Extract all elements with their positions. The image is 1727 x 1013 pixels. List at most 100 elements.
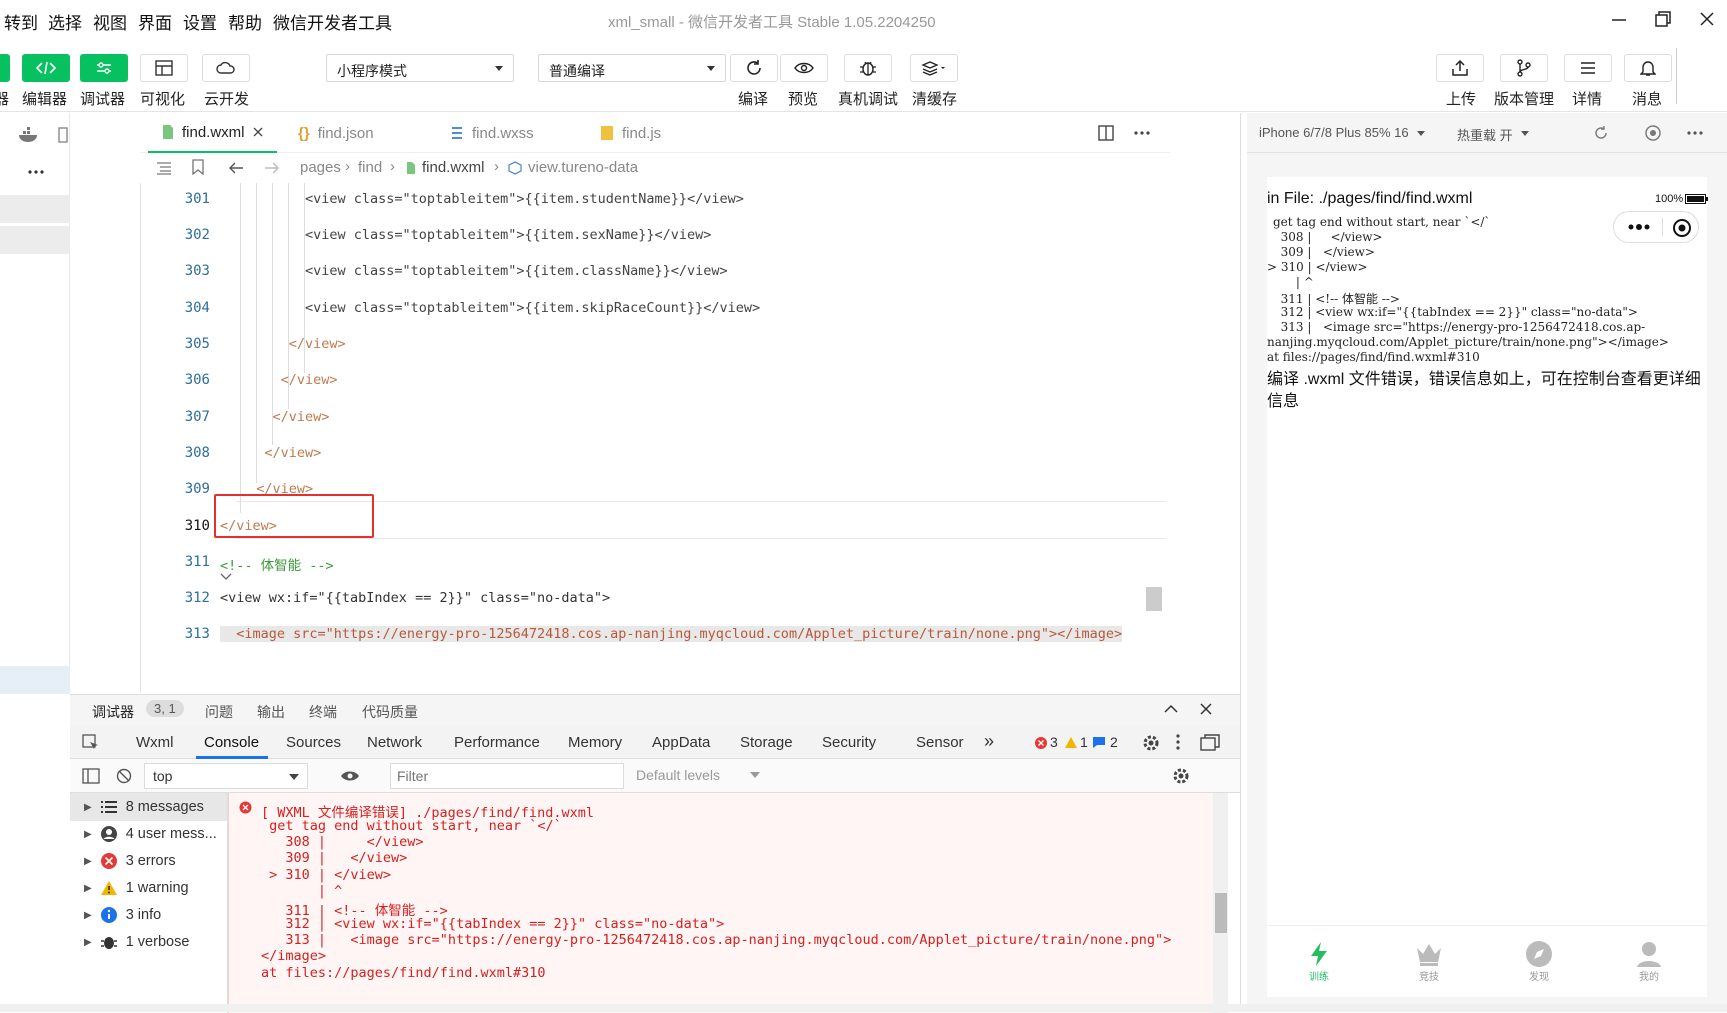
sidebar-item-user-messages[interactable]: ▶ 4 user mess... [84, 820, 217, 848]
scrollbar-thumb[interactable] [1215, 893, 1227, 933]
fold-chevron-icon[interactable] [220, 573, 232, 581]
breadcrumb-node[interactable]: view.tureno-data [528, 159, 638, 176]
visualize-button[interactable] [140, 54, 188, 82]
details-button[interactable] [1564, 54, 1612, 82]
menu-help[interactable]: 帮助 [228, 9, 262, 34]
gear-icon[interactable] [1142, 734, 1160, 752]
console-output[interactable]: [ WXML 文件编译错误] ./pages/find/find.wxml ge… [228, 793, 1228, 1013]
stop-icon[interactable] [1645, 125, 1661, 141]
menu-interface[interactable]: 界面 [138, 9, 172, 34]
device-select[interactable]: iPhone 6/7/8 Plus 85% 16 [1259, 125, 1409, 140]
console-filter-input[interactable] [390, 763, 624, 789]
more-icon[interactable] [28, 170, 44, 174]
subtab-terminal[interactable]: 终端 [309, 702, 337, 722]
version-button[interactable] [1500, 54, 1548, 82]
debugger-toggle-button[interactable] [80, 54, 128, 82]
upload-button[interactable] [1436, 54, 1484, 82]
subtab-code-quality[interactable]: 代码质量 [362, 702, 418, 722]
mode-select[interactable]: 小程序模式 [326, 54, 514, 82]
error-count[interactable]: 3 [1050, 734, 1058, 750]
messages-button[interactable] [1624, 54, 1672, 82]
code-editor[interactable]: 301 302 303 304 305 306 307 308 309 310 … [140, 183, 1170, 693]
preview-button[interactable] [780, 54, 828, 82]
split-icon[interactable] [58, 127, 68, 143]
compile-select[interactable]: 普通编译 [538, 54, 726, 82]
tree-row-selected[interactable] [0, 666, 70, 694]
compile-button[interactable] [730, 54, 778, 82]
subtab-problems[interactable]: 问题 [205, 702, 233, 722]
more-tabs-button[interactable]: » [984, 731, 994, 752]
sidebar-item-verbose[interactable]: ▶ 1 verbose [84, 928, 189, 956]
close-window-icon[interactable] [1692, 6, 1722, 32]
tab-sensor[interactable]: Sensor [916, 734, 964, 751]
warning-count[interactable]: 1 [1080, 734, 1088, 750]
remote-debug-button[interactable] [844, 54, 892, 82]
levels-dropdown[interactable]: Default levels [636, 767, 720, 783]
close-icon[interactable] [1200, 703, 1212, 715]
tab-storage[interactable]: Storage [740, 734, 793, 751]
menu-settings[interactable]: 设置 [183, 9, 217, 34]
tab-appdata[interactable]: AppData [652, 734, 710, 751]
clear-cache-button[interactable] [910, 54, 958, 82]
close-icon[interactable] [253, 127, 263, 137]
nav-me[interactable]: 我的 [1619, 940, 1679, 983]
tree-row-highlight[interactable] [0, 195, 70, 223]
minimize-icon[interactable] [1604, 6, 1634, 32]
more-icon[interactable] [1628, 224, 1650, 230]
tab-wxml[interactable]: Wxml [136, 734, 174, 751]
hot-reload-toggle[interactable]: 热重载 开 [1457, 125, 1513, 144]
gear-icon[interactable] [1172, 767, 1190, 785]
bookmark-icon[interactable] [192, 159, 204, 175]
forward-arrow-icon[interactable] [264, 161, 280, 175]
chevron-up-icon[interactable] [1164, 704, 1178, 714]
tab-find-wxml[interactable]: find.wxml [148, 113, 277, 153]
simulator-toggle-button[interactable] [0, 54, 10, 82]
scrollbar-thumb[interactable] [1146, 587, 1162, 611]
eye-icon[interactable] [340, 769, 360, 783]
console-scrollbar[interactable] [1213, 793, 1228, 1013]
tab-security[interactable]: Security [822, 734, 876, 751]
editor-toggle-button[interactable] [22, 54, 70, 82]
menu-goto[interactable]: 转到 [4, 9, 38, 34]
tree-row-highlight[interactable] [0, 226, 70, 254]
tab-find-js[interactable]: find.js [586, 113, 675, 153]
breadcrumb-find[interactable]: find [358, 159, 382, 176]
tab-performance[interactable]: Performance [454, 734, 540, 751]
nav-discover[interactable]: 发现 [1509, 940, 1569, 983]
cloud-dev-button[interactable] [202, 54, 250, 82]
more-icon[interactable] [1134, 131, 1150, 135]
sidebar-toggle-icon[interactable] [82, 768, 100, 784]
nav-compete[interactable]: 竞技 [1399, 940, 1459, 983]
docker-icon[interactable] [18, 127, 40, 143]
tab-find-json[interactable]: {} find.json [284, 113, 388, 153]
undock-icon[interactable] [1200, 734, 1220, 752]
sidebar-item-warnings[interactable]: ▶ 1 warning [84, 874, 189, 902]
menu-devtools[interactable]: 微信开发者工具 [273, 9, 392, 34]
menu-view[interactable]: 视图 [93, 9, 127, 34]
sidebar-item-messages[interactable]: ▶ 8 messages [70, 793, 227, 821]
close-miniprogram-icon[interactable] [1672, 218, 1692, 238]
tab-sources[interactable]: Sources [286, 734, 341, 751]
inspect-icon[interactable] [82, 734, 100, 752]
breadcrumb-pages[interactable]: pages [300, 159, 341, 176]
back-arrow-icon[interactable] [228, 161, 244, 175]
menu-select[interactable]: 选择 [48, 9, 82, 34]
info-count[interactable]: 2 [1110, 734, 1118, 750]
sidebar-item-errors[interactable]: ▶ 3 errors [84, 847, 176, 875]
refresh-icon[interactable] [1593, 125, 1609, 141]
nav-train[interactable]: 训练 [1289, 940, 1349, 983]
capsule-menu[interactable] [1613, 211, 1699, 243]
restore-icon[interactable] [1648, 6, 1678, 32]
more-icon[interactable] [1687, 131, 1703, 135]
clear-console-icon[interactable] [116, 768, 132, 784]
outline-icon[interactable] [156, 161, 172, 175]
tab-network[interactable]: Network [367, 734, 422, 751]
kebab-menu-icon[interactable] [1176, 734, 1180, 750]
subtab-debugger[interactable]: 调试器 [92, 702, 134, 722]
context-select[interactable]: top [144, 763, 308, 789]
sidebar-item-info[interactable]: ▶ 3 info [84, 901, 161, 929]
split-editor-icon[interactable] [1098, 125, 1114, 141]
breadcrumb-file[interactable]: find.wxml [422, 159, 485, 176]
tab-console[interactable]: Console [204, 734, 259, 751]
tab-find-wxss[interactable]: find.wxss [436, 113, 548, 153]
